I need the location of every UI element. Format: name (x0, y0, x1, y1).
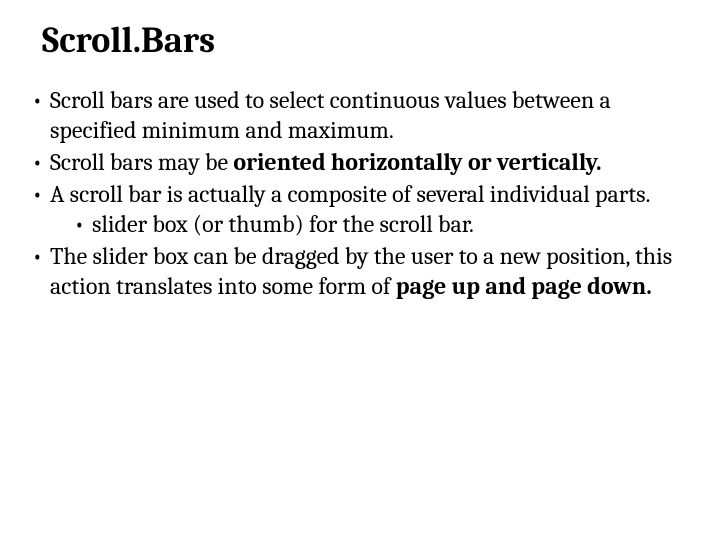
bullet-text: A scroll bar is actually a composite of … (50, 180, 650, 208)
bullet-text: slider box (or thumb) for the scroll bar… (92, 210, 474, 238)
bullet-text-bold: page up and page down. (396, 272, 652, 300)
page-title: Scroll.Bars (42, 20, 690, 61)
list-item: A scroll bar is actually a composite of … (30, 179, 690, 239)
bullet-text: Scroll bars are used to select continuou… (50, 86, 611, 144)
bullet-text-bold: oriented horizontally or vertically. (233, 148, 601, 176)
list-item: The slider box can be dragged by the use… (30, 241, 690, 301)
list-item: Scroll bars are used to select continuou… (30, 85, 690, 145)
bullet-list: Scroll bars are used to select continuou… (30, 85, 690, 301)
list-item: slider box (or thumb) for the scroll bar… (72, 209, 690, 239)
list-item: Scroll bars may be oriented horizontally… (30, 147, 690, 177)
sub-bullet-list: slider box (or thumb) for the scroll bar… (50, 209, 690, 239)
content-area: Scroll bars are used to select continuou… (30, 85, 690, 301)
bullet-text: Scroll bars may be (50, 148, 233, 176)
